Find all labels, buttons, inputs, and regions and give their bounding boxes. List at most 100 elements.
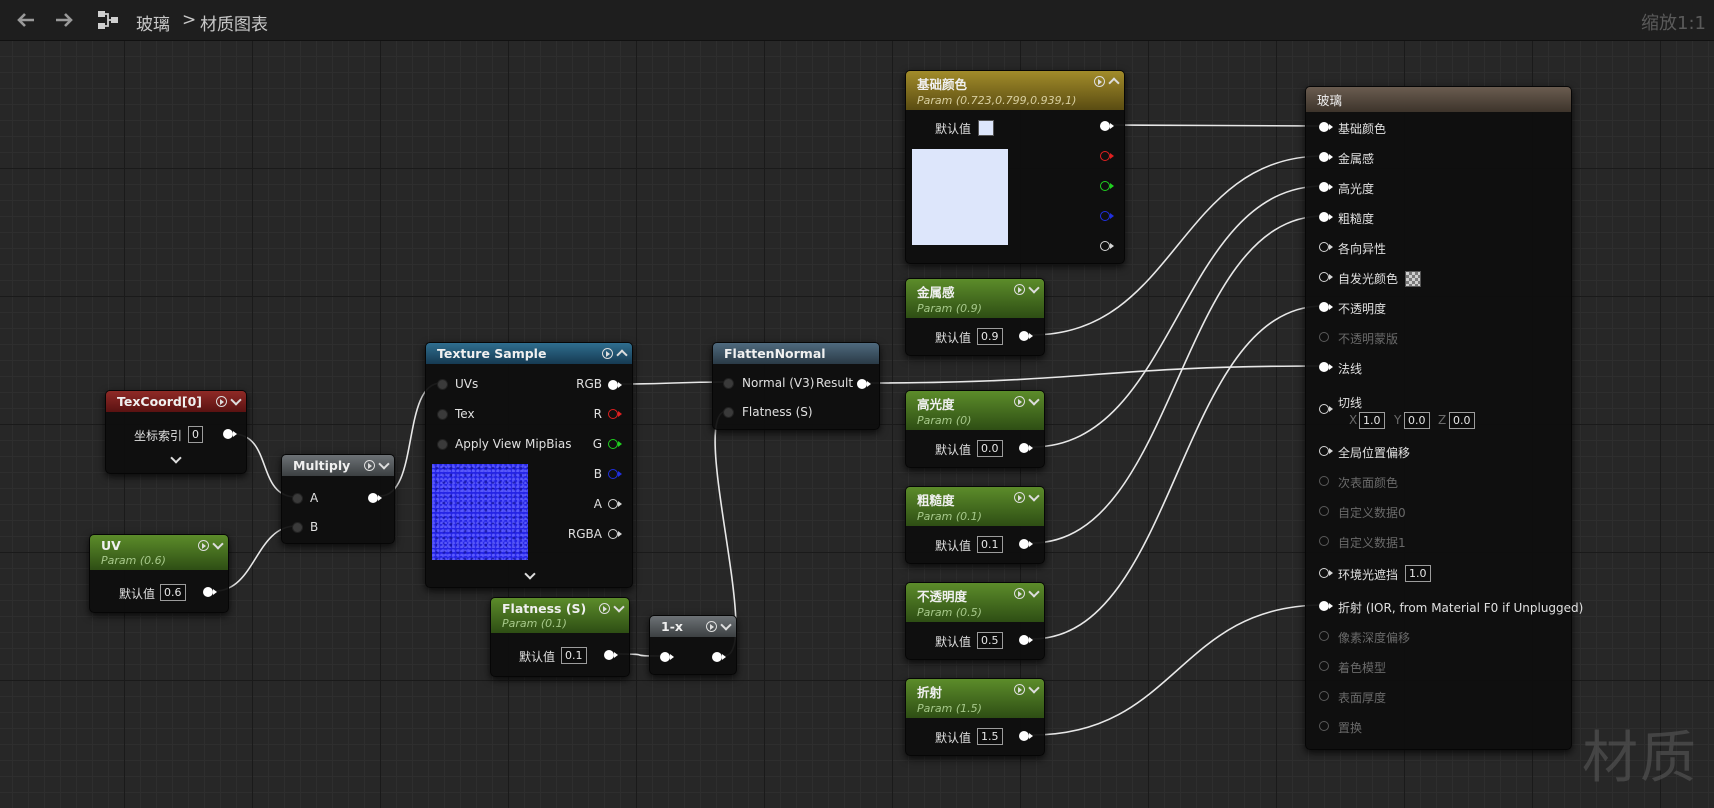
output-pin[interactable] — [203, 587, 217, 597]
output-pin[interactable] — [1019, 443, 1033, 453]
node-header[interactable]: Multiply — [282, 455, 394, 476]
uv-param-node[interactable]: UV Param (0.6) 默认值 0.6 — [89, 534, 229, 613]
forward-button[interactable] — [52, 8, 76, 32]
preview-icon[interactable] — [1094, 76, 1105, 87]
output-pin-b[interactable] — [1100, 211, 1114, 221]
back-button[interactable] — [14, 8, 38, 32]
pin-metallic[interactable] — [1319, 152, 1333, 162]
color-swatch[interactable] — [978, 120, 994, 136]
default-value-field[interactable]: 0.0 — [977, 440, 1003, 457]
multiply-node[interactable]: Multiply A B — [281, 454, 395, 544]
node-header[interactable]: Flatness (S) Param (0.1) — [491, 598, 629, 633]
tangent-z-field[interactable]: 0.0 — [1449, 412, 1475, 429]
default-value-field[interactable]: 0.5 — [977, 632, 1003, 649]
output-pin-rgb[interactable] — [1100, 121, 1114, 131]
one-minus-node[interactable]: 1-x — [649, 615, 737, 675]
refraction-param-node[interactable]: 折射 Param (1.5) 默认值 1.5 — [905, 678, 1045, 756]
output-pin-result[interactable] — [857, 379, 871, 389]
node-header[interactable]: 高光度 Param (0) — [906, 391, 1044, 430]
pin-refraction[interactable] — [1319, 601, 1333, 611]
node-header[interactable]: TexCoord[0] — [106, 391, 246, 412]
input-pin-b[interactable] — [292, 522, 303, 533]
preview-icon[interactable] — [216, 396, 227, 407]
chevron-down-icon[interactable] — [230, 394, 242, 406]
node-header[interactable]: 粗糙度 Param (0.1) — [906, 487, 1044, 526]
chevron-down-icon[interactable] — [212, 538, 224, 550]
pin-world-offset[interactable] — [1319, 446, 1333, 456]
default-value-field[interactable]: 0.1 — [561, 647, 587, 664]
pin-custom0[interactable] — [1319, 506, 1329, 516]
metallic-param-node[interactable]: 金属感 Param (0.9) 默认值 0.9 — [905, 278, 1045, 356]
output-pin[interactable] — [1019, 731, 1033, 741]
coord-index-field[interactable]: 0 — [188, 426, 203, 443]
preview-icon[interactable] — [1014, 588, 1025, 599]
preview-icon[interactable] — [599, 603, 610, 614]
pin-thickness[interactable] — [1319, 691, 1329, 701]
node-header[interactable]: 不透明度 Param (0.5) — [906, 583, 1044, 622]
output-pin-b[interactable] — [608, 469, 622, 479]
node-header[interactable]: FlattenNormal — [713, 343, 879, 364]
pin-subsurface[interactable] — [1319, 476, 1329, 486]
chevron-up-icon[interactable] — [1108, 77, 1120, 89]
flatness-param-node[interactable]: Flatness (S) Param (0.1) 默认值 0.1 — [490, 597, 630, 677]
chevron-down-icon[interactable] — [1028, 490, 1040, 502]
chevron-up-icon[interactable] — [616, 349, 628, 361]
input-pin-tex[interactable] — [437, 409, 448, 420]
output-pin[interactable] — [1019, 635, 1033, 645]
expand-icon[interactable] — [524, 568, 536, 580]
node-header[interactable]: 1-x — [650, 616, 736, 637]
pin-opacity[interactable] — [1319, 302, 1333, 312]
node-header[interactable]: 金属感 Param (0.9) — [906, 279, 1044, 318]
material-graph-button[interactable] — [96, 8, 120, 32]
preview-icon[interactable] — [1014, 684, 1025, 695]
breadcrumb-root[interactable]: 玻璃 — [136, 10, 170, 35]
node-header[interactable]: Texture Sample — [426, 343, 632, 364]
pin-ao[interactable] — [1319, 568, 1333, 578]
pin-shading-model[interactable] — [1319, 661, 1329, 671]
opacity-param-node[interactable]: 不透明度 Param (0.5) 默认值 0.5 — [905, 582, 1045, 660]
input-pin-normal[interactable] — [723, 378, 734, 389]
pin-base-color[interactable] — [1319, 122, 1333, 132]
pin-anisotropy[interactable] — [1319, 242, 1333, 252]
chevron-down-icon[interactable] — [1028, 282, 1040, 294]
pin-displacement[interactable] — [1319, 721, 1329, 731]
output-pin-g[interactable] — [608, 439, 622, 449]
node-header[interactable]: 玻璃 — [1306, 87, 1571, 112]
pin-custom1[interactable] — [1319, 536, 1329, 546]
base-color-param-node[interactable]: 基础颜色 Param (0.723,0.799,0.939,1) 默认值 — [905, 70, 1125, 264]
output-pin-r[interactable] — [608, 409, 622, 419]
node-header[interactable]: 折射 Param (1.5) — [906, 679, 1044, 718]
output-pin-rgba[interactable] — [608, 529, 622, 539]
pin-tangent[interactable] — [1319, 404, 1333, 414]
input-pin-a[interactable] — [292, 493, 303, 504]
input-pin-uvs[interactable] — [437, 379, 448, 390]
preview-icon[interactable] — [364, 460, 375, 471]
output-pin-a[interactable] — [1100, 241, 1114, 251]
preview-icon[interactable] — [602, 348, 613, 359]
chevron-down-icon[interactable] — [1028, 586, 1040, 598]
pin-roughness[interactable] — [1319, 212, 1333, 222]
pin-normal[interactable] — [1319, 362, 1333, 372]
output-pin[interactable] — [1019, 331, 1033, 341]
emissive-color-swatch[interactable] — [1405, 271, 1421, 287]
ao-value-field[interactable]: 1.0 — [1405, 565, 1431, 582]
tangent-x-field[interactable]: 1.0 — [1359, 412, 1385, 429]
tangent-y-field[interactable]: 0.0 — [1404, 412, 1430, 429]
preview-icon[interactable] — [1014, 284, 1025, 295]
flatten-normal-node[interactable]: FlattenNormal Normal (V3) Flatness (S) R… — [712, 342, 880, 430]
preview-icon[interactable] — [1014, 492, 1025, 503]
specular-param-node[interactable]: 高光度 Param (0) 默认值 0.0 — [905, 390, 1045, 468]
chevron-down-icon[interactable] — [378, 458, 390, 470]
output-pin-rgb[interactable] — [608, 380, 622, 390]
expand-icon[interactable] — [170, 452, 182, 464]
default-value-field[interactable]: 1.5 — [977, 728, 1003, 745]
output-pin-g[interactable] — [1100, 181, 1114, 191]
pin-specular[interactable] — [1319, 182, 1333, 192]
node-header[interactable]: 基础颜色 Param (0.723,0.799,0.939,1) — [906, 71, 1124, 110]
output-pin[interactable] — [368, 493, 382, 503]
default-value-field[interactable]: 0.9 — [977, 328, 1003, 345]
output-pin[interactable] — [604, 650, 618, 660]
texcoord-node[interactable]: TexCoord[0] 坐标索引 0 — [105, 390, 247, 474]
output-pin-a[interactable] — [608, 499, 622, 509]
default-value-field[interactable]: 0.1 — [977, 536, 1003, 553]
